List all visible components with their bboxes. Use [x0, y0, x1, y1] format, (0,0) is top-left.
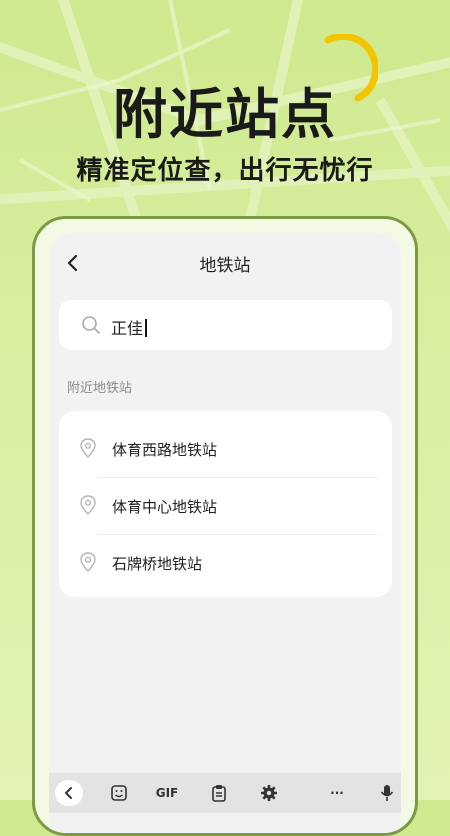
list-item[interactable]: 体育西路地铁站 [59, 421, 392, 477]
keyboard-toolbar: GIF ··· [49, 773, 401, 813]
section-label: 附近地铁站 [67, 381, 133, 396]
location-pin-icon [80, 495, 96, 515]
decorative-arc [324, 34, 378, 102]
search-value: 正佳 [111, 315, 148, 339]
clipboard-button[interactable] [205, 780, 233, 806]
text-cursor [145, 319, 148, 337]
promo-subheadline: 精准定位查，出行无忧行 [76, 156, 374, 186]
more-button[interactable]: ··· [323, 780, 351, 806]
keyboard-collapse-button[interactable] [55, 780, 83, 806]
gear-icon [261, 785, 277, 801]
location-pin-icon [80, 438, 96, 458]
station-name: 体育西路地铁站 [112, 441, 218, 459]
voice-input-button[interactable] [373, 780, 401, 806]
microphone-icon [380, 785, 394, 801]
emoji-icon [111, 785, 127, 801]
phone-frame: 地铁站 正佳 附近地铁站 体育西路地铁站 体育中心地铁站 石牌桥地铁站 GIF … [32, 216, 418, 836]
station-name: 体育中心地铁站 [112, 498, 218, 516]
location-pin-icon [80, 552, 96, 572]
list-item[interactable]: 石牌桥地铁站 [59, 535, 392, 591]
settings-button[interactable] [255, 780, 283, 806]
search-icon [82, 316, 100, 334]
app-screen: 地铁站 正佳 附近地铁站 体育西路地铁站 体育中心地铁站 石牌桥地铁站 GIF … [49, 233, 401, 833]
search-input[interactable]: 正佳 [59, 300, 392, 350]
list-item[interactable]: 体育中心地铁站 [59, 478, 392, 534]
gif-button[interactable]: GIF [153, 780, 181, 806]
page-title: 地铁站 [199, 256, 251, 276]
keyboard-collapse-icon [65, 787, 72, 799]
station-name: 石牌桥地铁站 [112, 555, 203, 573]
emoji-button[interactable] [105, 780, 133, 806]
station-list: 体育西路地铁站 体育中心地铁站 石牌桥地铁站 [59, 411, 392, 597]
nav-bar: 地铁站 [49, 233, 401, 293]
clipboard-icon [212, 785, 226, 802]
promo-headline: 附近站点 [113, 83, 337, 146]
